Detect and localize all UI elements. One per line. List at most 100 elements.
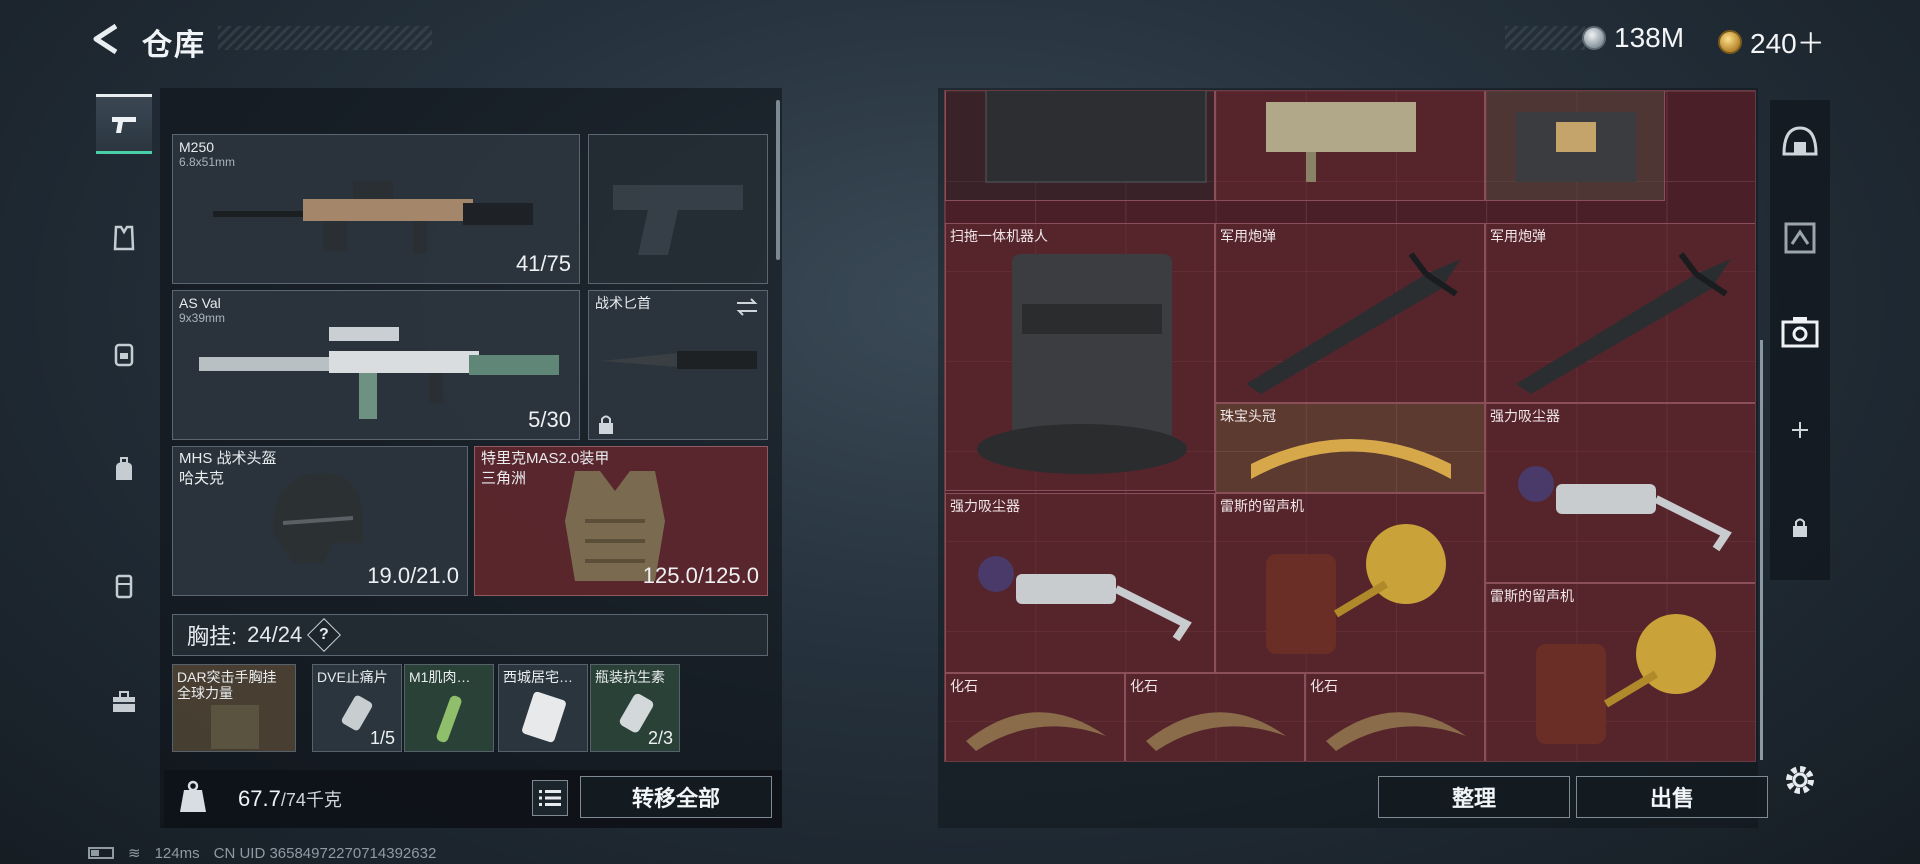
silver-currency[interactable]: 138M bbox=[1582, 22, 1684, 54]
slot-ammo-count: 5/30 bbox=[528, 407, 571, 432]
list-icon bbox=[539, 790, 561, 806]
sidearm-slot[interactable] bbox=[588, 134, 768, 284]
container-icon bbox=[115, 574, 133, 599]
stash-tab-camera[interactable] bbox=[1778, 310, 1822, 354]
robot-vacuum-icon bbox=[977, 254, 1187, 474]
add-stash-tab-button[interactable] bbox=[1778, 408, 1822, 452]
stash-item-case[interactable] bbox=[1485, 91, 1665, 201]
artillery-shell-icon bbox=[1516, 252, 1731, 394]
vest-icon bbox=[113, 225, 135, 251]
gold-currency[interactable]: 240＋ bbox=[1718, 22, 1825, 62]
as-val-rifle-icon bbox=[199, 327, 559, 419]
tab-backpack[interactable] bbox=[96, 324, 152, 384]
secondary-weapon-slot[interactable]: AS Val 9x39mm 5/30 bbox=[172, 290, 580, 440]
transfer-all-button[interactable]: 转移全部 bbox=[580, 776, 772, 818]
carry-weight-max: /74千克 bbox=[280, 790, 342, 810]
stash-tab-helmet[interactable] bbox=[1778, 120, 1822, 164]
stash-item-fossil-3[interactable]: 化石 bbox=[1305, 673, 1485, 761]
tank-model-icon bbox=[1266, 102, 1416, 182]
stash-item-vacuum-2[interactable]: 强力吸尘器 bbox=[945, 493, 1215, 673]
item-label: 雷斯的留声机 bbox=[1220, 498, 1304, 514]
stash-item-shell-1[interactable]: 军用炮弹 bbox=[1215, 223, 1485, 403]
item-label: 雷斯的留声机 bbox=[1490, 588, 1574, 604]
armor-icon bbox=[1784, 222, 1816, 254]
slot-brand: 哈夫克 bbox=[179, 470, 225, 487]
vacuum-cleaner-icon bbox=[1518, 466, 1732, 552]
page-title: 仓库 bbox=[142, 29, 206, 62]
equipment-case-icon bbox=[1516, 112, 1636, 182]
fossil-claw-icon bbox=[966, 712, 1106, 751]
stash-item-shell-2[interactable]: 军用炮弹 bbox=[1485, 223, 1755, 403]
stash-item-robot-vacuum[interactable]: 扫拖一体机器人 bbox=[945, 223, 1215, 491]
tab-bag[interactable] bbox=[96, 440, 152, 500]
rig-brand: 全球力量 bbox=[177, 685, 233, 701]
rig-item-m1[interactable]: M1肌肉… bbox=[404, 664, 494, 752]
helmet-icon bbox=[1782, 126, 1818, 156]
pistol-icon bbox=[112, 117, 136, 133]
tab-container[interactable] bbox=[96, 556, 152, 616]
armor-slot[interactable]: 特里克MAS2.0装甲 三角洲 125.0/125.0 bbox=[474, 446, 768, 596]
stash-grid: 扫拖一体机器人 军用炮弹 军用炮弹 珠宝头冠 强力吸尘器 强力吸尘器 雷斯的留声… bbox=[944, 90, 1756, 762]
battery-icon bbox=[88, 847, 114, 859]
item-name: 西城居宅… bbox=[503, 669, 573, 685]
stash-item-gramophone-2[interactable]: 雷斯的留声机 bbox=[1485, 583, 1755, 761]
tab-toolbox[interactable] bbox=[96, 672, 152, 732]
user-uid: CN UID 36584972270714392632 bbox=[213, 844, 437, 862]
stash-item-gramophone-1[interactable]: 雷斯的留声机 bbox=[1215, 493, 1485, 673]
sort-button[interactable]: 整理 bbox=[1378, 776, 1570, 818]
plus-icon bbox=[1792, 422, 1808, 438]
tiara-icon bbox=[1251, 439, 1451, 479]
helmet-slot[interactable]: MHS 战术头盔 哈夫克 19.0/21.0 bbox=[172, 446, 468, 596]
item-name: 瓶装抗生素 bbox=[595, 669, 665, 685]
chest-rig-icon bbox=[211, 705, 259, 749]
lock-icon bbox=[1793, 518, 1807, 537]
stash-item-server[interactable] bbox=[945, 91, 1215, 201]
gramophone-icon bbox=[1266, 524, 1446, 654]
sell-button[interactable]: 出售 bbox=[1576, 776, 1768, 818]
tab-weapons[interactable] bbox=[96, 94, 152, 154]
slot-name: 战术匕首 bbox=[595, 295, 651, 311]
knife-icon bbox=[601, 351, 757, 369]
melee-slot[interactable]: 战术匕首 bbox=[588, 290, 768, 440]
gramophone-icon bbox=[1536, 614, 1716, 744]
chest-rig-slot[interactable]: DAR突击手胸挂 全球力量 bbox=[172, 664, 296, 752]
rig-item-painkillers[interactable]: DVE止痛片 1/5 bbox=[312, 664, 402, 752]
camera-icon bbox=[1781, 317, 1819, 348]
locked-stash-tab[interactable] bbox=[1778, 505, 1822, 549]
category-tabbar bbox=[90, 88, 156, 808]
silver-currency-value: 138M bbox=[1614, 22, 1685, 53]
help-button[interactable]: ? bbox=[307, 618, 342, 652]
carry-weight-value: 67.7 bbox=[238, 786, 281, 811]
lock-icon bbox=[599, 415, 613, 434]
stash-scrollbar[interactable] bbox=[1760, 340, 1763, 760]
rig-item-westcity[interactable]: 西城居宅… bbox=[498, 664, 588, 752]
stash-item-tank[interactable] bbox=[1215, 91, 1485, 201]
list-view-button[interactable] bbox=[532, 780, 568, 816]
settings-gear-icon[interactable] bbox=[1780, 760, 1820, 800]
server-rack-icon bbox=[985, 91, 1207, 183]
fossil-claw-icon bbox=[1326, 712, 1466, 751]
item-name: DVE止痛片 bbox=[317, 669, 388, 685]
tab-vest[interactable] bbox=[96, 208, 152, 268]
stash-tab-armor[interactable] bbox=[1778, 216, 1822, 260]
item-count: 1/5 bbox=[369, 728, 395, 748]
rig-item-antibiotics[interactable]: 瓶装抗生素 2/3 bbox=[590, 664, 680, 752]
item-label: 化石 bbox=[950, 678, 978, 694]
slot-durability: 19.0/21.0 bbox=[367, 563, 459, 588]
item-label: 军用炮弹 bbox=[1220, 228, 1276, 244]
chest-rig-capacity: 24/24 bbox=[247, 622, 303, 647]
stash-item-fossil-1[interactable]: 化石 bbox=[945, 673, 1125, 761]
stash-item-vacuum-1[interactable]: 强力吸尘器 bbox=[1485, 403, 1755, 583]
helmet-icon bbox=[273, 473, 363, 563]
pistol-placeholder-icon bbox=[613, 185, 743, 255]
loadout-scrollbar[interactable] bbox=[776, 100, 780, 260]
bag-icon bbox=[116, 457, 132, 480]
swap-icon[interactable] bbox=[735, 297, 759, 317]
back-arrow-icon[interactable] bbox=[88, 22, 122, 56]
item-label: 强力吸尘器 bbox=[950, 498, 1020, 514]
stash-item-fossil-2[interactable]: 化石 bbox=[1125, 673, 1305, 761]
stash-item-tiara[interactable]: 珠宝头冠 bbox=[1215, 403, 1485, 493]
primary-weapon-slot[interactable]: M250 6.8x51mm 41/75 bbox=[172, 134, 580, 284]
gold-currency-value: 240＋ bbox=[1750, 28, 1825, 59]
carry-weight: 67.7/74千克 bbox=[238, 786, 342, 812]
